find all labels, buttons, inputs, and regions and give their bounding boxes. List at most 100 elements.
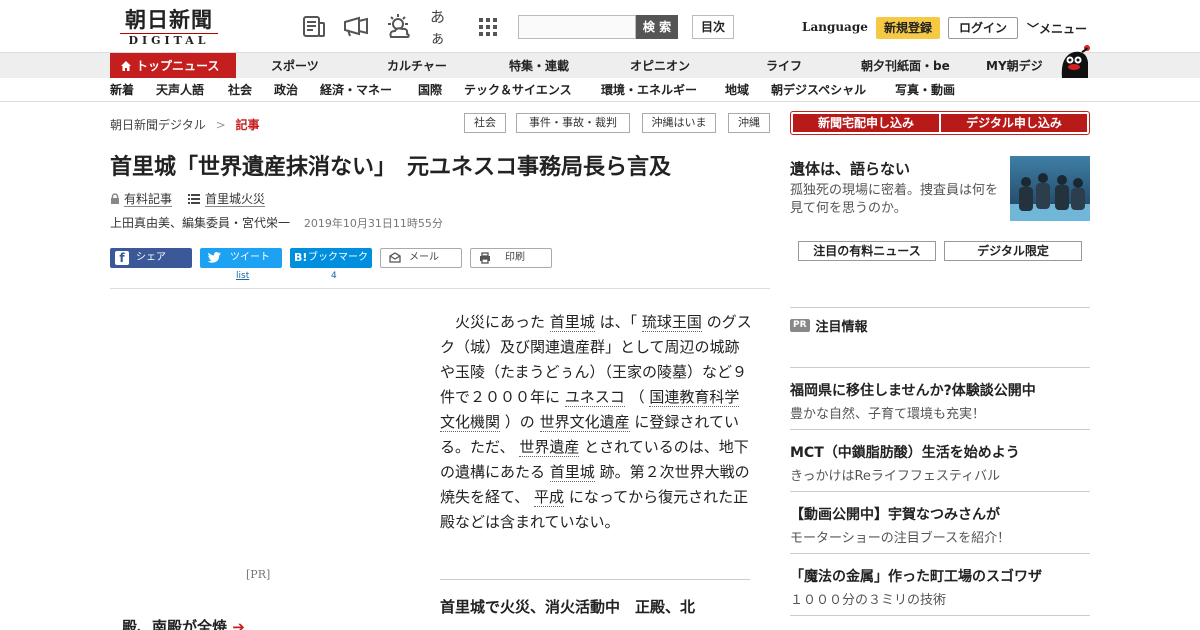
ad-description: １０００分の３ミリの技術 — [790, 593, 947, 608]
keyword-link[interactable]: 平成 — [534, 488, 565, 507]
twitter-share-button[interactable]: ツイート — [200, 248, 282, 268]
article-meta: 有料記事 首里城火災 — [110, 190, 266, 207]
nav-top-news-label: トップニュース — [136, 59, 220, 73]
twitter-count[interactable]: list — [236, 271, 249, 281]
font-size-toggle[interactable]: あぁ — [430, 8, 458, 47]
ad-description: きっかけはReライフフェスティバル — [790, 469, 1001, 484]
promo-description: 孤独死の現場に密着。捜査員は何を見て何を思うのか。 — [790, 183, 999, 216]
article-body: 火災にあった 首里城 は、「 琉球王国 のグスク（城）及び関連遺産群」として周辺… — [440, 310, 752, 535]
language-link[interactable]: Language — [802, 20, 868, 34]
ad-pr-label: [PR] — [246, 568, 271, 581]
paid-news-button[interactable]: 注目の有料ニュース — [798, 241, 936, 261]
pr-heading-label: 注目情報 — [815, 320, 868, 335]
digital-only-button[interactable]: デジタル限定 — [944, 241, 1082, 261]
nav2-society[interactable]: 社会 — [228, 78, 252, 102]
body-text-segment: （ — [629, 388, 645, 406]
breadcrumb-home[interactable]: 朝日新聞デジタル — [110, 118, 206, 132]
nav-culture[interactable]: カルチャー — [387, 53, 447, 79]
mail-share-button[interactable]: メール — [380, 248, 462, 268]
keyword-link[interactable]: 首里城 — [549, 463, 595, 482]
hatena-count[interactable]: 4 — [331, 271, 337, 281]
toc-button[interactable]: 目次 — [692, 15, 734, 39]
promo-image[interactable] — [1010, 156, 1090, 221]
sidebar-divider — [790, 307, 1090, 308]
megaphone-icon[interactable] — [342, 13, 370, 41]
newspaper-icon[interactable] — [300, 13, 328, 41]
pr-badge: PR — [790, 319, 810, 332]
paid-article-label: 有料記事 — [124, 192, 173, 207]
facebook-share-label: シェア — [136, 252, 166, 263]
ad-title[interactable]: 福岡県に移住しませんか?体験談公開中 — [790, 380, 1036, 400]
tag-okinawa[interactable]: 沖縄 — [728, 113, 770, 133]
weather-icon[interactable] — [385, 13, 413, 41]
related-divider — [440, 579, 750, 580]
menu-button-label: メニュー — [1039, 22, 1088, 36]
menu-button[interactable]: ﹀メニュー — [1027, 20, 1087, 37]
keyword-link[interactable]: 琉球王国 — [641, 313, 702, 332]
subscribe-paper-button[interactable]: 新聞宅配申し込み — [793, 114, 939, 132]
keyword-link[interactable]: 首里城 — [549, 313, 595, 332]
ad-title[interactable]: 「魔法の金属」作った町工場のスゴワザ — [790, 566, 1042, 586]
nav2-photo[interactable]: 写真・動画 — [895, 78, 955, 102]
nav2-latest[interactable]: 新着 — [110, 78, 134, 102]
sidebar-divider — [790, 553, 1090, 554]
nav-top-news[interactable]: トップニュース — [110, 53, 236, 79]
site-logo[interactable]: 朝日新聞 DIGITAL — [110, 8, 228, 48]
nav2-international[interactable]: 国際 — [418, 78, 442, 102]
series-link-label: 首里城火災 — [205, 192, 266, 207]
keyword-link[interactable]: ユネスコ — [564, 388, 625, 407]
related-article-title[interactable]: 首里城で火災、消火活動中 正殿、北 — [440, 596, 695, 617]
nav-life[interactable]: ライフ — [766, 53, 802, 79]
breadcrumb: 朝日新聞デジタル > 記事 — [110, 116, 260, 133]
ad-title[interactable]: MCT（中鎖脂肪酸）生活を始めよう — [790, 442, 1020, 462]
ad-description: モーターショーの注目ブースを紹介！ — [790, 531, 1011, 546]
breadcrumb-separator: > — [215, 118, 226, 132]
nav2-region[interactable]: 地域 — [725, 78, 749, 102]
keyword-link[interactable]: 世界遺産 — [519, 438, 580, 457]
sidebar-divider — [790, 615, 1090, 616]
search-button[interactable]: 検 索 — [636, 15, 678, 39]
print-button[interactable]: 印刷 — [470, 248, 552, 268]
ad-title[interactable]: 【動画公開中】宇賀なつみさんが — [790, 504, 1000, 524]
nav-sports[interactable]: スポーツ — [271, 53, 319, 79]
keyword-link[interactable]: 世界文化遺産 — [539, 413, 630, 432]
tag-incidents[interactable]: 事件・事故・裁判 — [516, 113, 630, 133]
nav2-environment[interactable]: 環境・エネルギー — [601, 78, 697, 102]
nav-my-asadigi[interactable]: MY朝デジ — [986, 53, 1043, 79]
related-article-link[interactable]: 殿、南殿が全焼 ➔ — [122, 616, 245, 630]
tag-okinawa-now[interactable]: 沖縄はいま — [642, 113, 716, 133]
hatena-bookmark-button[interactable]: B! ブックマーク — [290, 248, 372, 268]
nav-newspaper[interactable]: 朝夕刊紙面・be — [861, 53, 950, 79]
series-link[interactable]: 首里城火災 — [188, 190, 266, 207]
nav-features[interactable]: 特集・連載 — [509, 53, 569, 79]
search-input[interactable] — [518, 15, 636, 39]
sidebar-divider — [790, 429, 1090, 430]
ad-description: 豊かな自然、子育て環境も充実！ — [790, 407, 986, 422]
nav2-tensei[interactable]: 天声人語 — [156, 78, 204, 102]
facebook-share-button[interactable]: f シェア — [110, 248, 192, 268]
sidebar-divider — [790, 367, 1090, 368]
chevron-down-icon: ﹀ — [1027, 22, 1040, 36]
subscribe-digital-button[interactable]: デジタル申し込み — [941, 114, 1087, 132]
nav2-politics[interactable]: 政治 — [274, 78, 298, 102]
site-header: 朝日新聞 DIGITAL あぁ 検 索 目次 Language 新規登録 ログイ… — [0, 0, 1200, 52]
sidebar-divider — [790, 491, 1090, 492]
primary-nav: トップニュース スポーツ カルチャー 特集・連載 オピニオン ライフ 朝夕刊紙面… — [0, 52, 1200, 79]
tag-society[interactable]: 社会 — [464, 113, 506, 133]
nav2-tech[interactable]: テック＆サイエンス — [464, 78, 572, 102]
breadcrumb-current: 記事 — [235, 118, 260, 132]
promo-title[interactable]: 遺体は、語らない — [790, 158, 910, 179]
article-divider — [110, 288, 770, 289]
lock-icon — [110, 193, 120, 207]
grid-menu-icon[interactable] — [474, 13, 502, 41]
article-authors: 上田真由美、編集委員・宮代栄一 — [110, 216, 291, 230]
paid-article[interactable]: 有料記事 — [110, 190, 173, 207]
login-button[interactable]: ログイン — [948, 17, 1018, 39]
nav2-special[interactable]: 朝デジスペシャル — [771, 78, 866, 102]
mascot-icon[interactable] — [1056, 44, 1092, 78]
nav2-economy[interactable]: 経済・マネー — [320, 78, 392, 102]
related-article-link-label: 殿、南殿が全焼 — [122, 618, 228, 630]
nav-opinion[interactable]: オピニオン — [630, 53, 690, 79]
article-date: 2019年10月31日11時55分 — [303, 217, 443, 230]
register-button[interactable]: 新規登録 — [876, 17, 940, 39]
